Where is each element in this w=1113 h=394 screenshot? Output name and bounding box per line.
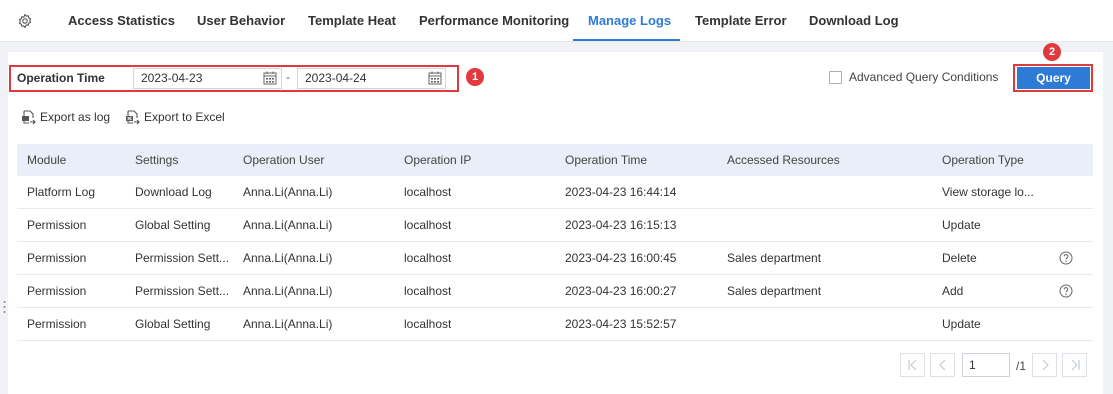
cell-operation-ip: localhost bbox=[404, 284, 452, 298]
cell-module: Permission bbox=[27, 317, 87, 331]
start-date-input[interactable]: 2023-04-23 bbox=[133, 68, 282, 89]
cell-operation-type: Update bbox=[942, 317, 981, 331]
cell-settings: Permission Sett... bbox=[135, 284, 230, 298]
cell-operation-user: Anna.Li(Anna.Li) bbox=[243, 284, 333, 298]
export-to-excel-button[interactable]: Export to Excel bbox=[125, 109, 225, 125]
help-icon[interactable] bbox=[1059, 251, 1073, 265]
calendar-icon[interactable] bbox=[428, 71, 442, 85]
cell-operation-time: 2023-04-23 16:44:14 bbox=[565, 185, 677, 199]
tab-template-error[interactable]: Template Error bbox=[695, 0, 787, 42]
export-to-excel-label: Export to Excel bbox=[144, 110, 225, 124]
end-date-input[interactable]: 2023-04-24 bbox=[297, 68, 446, 89]
cell-module: Permission bbox=[27, 218, 87, 232]
cell-operation-ip: localhost bbox=[404, 185, 452, 199]
advanced-query-label[interactable]: Advanced Query Conditions bbox=[849, 70, 998, 85]
help-icon[interactable] bbox=[1059, 284, 1073, 298]
cell-operation-time: 2023-04-23 16:00:45 bbox=[565, 251, 677, 265]
cell-operation-type: Add bbox=[942, 284, 964, 298]
cell-module: Permission bbox=[27, 284, 87, 298]
cell-settings: Download Log bbox=[135, 185, 212, 199]
column-header-module: Module bbox=[27, 153, 67, 167]
tab-download-log[interactable]: Download Log bbox=[809, 0, 899, 42]
tab-manage-logs[interactable]: Manage Logs bbox=[588, 0, 671, 42]
cell-operation-type: Update bbox=[942, 218, 981, 232]
drag-handle-icon[interactable] bbox=[3, 300, 6, 314]
cell-operation-type: Delete bbox=[942, 251, 977, 265]
cell-settings: Global Setting bbox=[135, 317, 211, 331]
next-page-button[interactable] bbox=[1032, 353, 1057, 377]
cell-operation-type: View storage lo... bbox=[942, 185, 1034, 199]
column-header-operation-type: Operation Type bbox=[942, 153, 1024, 167]
advanced-query-checkbox[interactable] bbox=[829, 71, 842, 84]
tab-performance-monitoring[interactable]: Performance Monitoring bbox=[419, 0, 569, 42]
column-header-operation-time: Operation Time bbox=[565, 153, 648, 167]
cell-operation-user: Anna.Li(Anna.Li) bbox=[243, 317, 333, 331]
cell-operation-time: 2023-04-23 16:15:13 bbox=[565, 218, 677, 232]
cell-operation-ip: localhost bbox=[404, 317, 452, 331]
cell-operation-user: Anna.Li(Anna.Li) bbox=[243, 218, 333, 232]
cell-operation-user: Anna.Li(Anna.Li) bbox=[243, 185, 333, 199]
operation-time-label: Operation Time bbox=[17, 71, 105, 85]
last-page-button[interactable] bbox=[1062, 353, 1087, 377]
calendar-icon[interactable] bbox=[263, 71, 277, 85]
column-header-operation-ip: Operation IP bbox=[404, 153, 472, 167]
first-page-button[interactable] bbox=[900, 353, 925, 377]
date-separator: - bbox=[286, 70, 290, 84]
page-number-input[interactable]: 1 bbox=[962, 353, 1010, 377]
cell-module: Platform Log bbox=[27, 185, 96, 199]
export-excel-icon bbox=[126, 109, 140, 124]
table-header bbox=[17, 144, 1093, 176]
cell-operation-time: 2023-04-23 15:52:57 bbox=[565, 317, 677, 331]
annotation-badge-1: 1 bbox=[466, 68, 484, 86]
chevron-right-icon bbox=[1042, 359, 1049, 371]
tab-user-behavior[interactable]: User Behavior bbox=[197, 0, 285, 42]
cell-accessed-resources: Sales department bbox=[727, 284, 822, 298]
query-button[interactable]: Query bbox=[1017, 67, 1090, 89]
cell-operation-time: 2023-04-23 16:00:27 bbox=[565, 284, 677, 298]
cell-operation-ip: localhost bbox=[404, 251, 452, 265]
tab-access-statistics[interactable]: Access Statistics bbox=[68, 0, 175, 42]
export-log-icon bbox=[22, 109, 36, 124]
top-tab-bar: Access Statistics User Behavior Template… bbox=[0, 0, 1113, 42]
cell-operation-user: Anna.Li(Anna.Li) bbox=[243, 251, 333, 265]
prev-page-button[interactable] bbox=[930, 353, 955, 377]
chevron-left-icon bbox=[938, 359, 945, 371]
cell-operation-ip: localhost bbox=[404, 218, 452, 232]
column-header-accessed-resources: Accessed Resources bbox=[727, 153, 840, 167]
active-tab-indicator bbox=[573, 39, 680, 41]
cell-settings: Global Setting bbox=[135, 218, 211, 232]
gear-icon[interactable] bbox=[17, 13, 33, 29]
export-as-log-label: Export as log bbox=[40, 110, 111, 124]
tab-template-heat[interactable]: Template Heat bbox=[308, 0, 396, 42]
first-page-icon bbox=[907, 359, 916, 371]
cell-accessed-resources: Sales department bbox=[727, 251, 822, 265]
annotation-badge-2: 2 bbox=[1043, 43, 1061, 61]
last-page-icon bbox=[1071, 359, 1080, 371]
column-header-settings: Settings bbox=[135, 153, 179, 167]
column-header-operation-user: Operation User bbox=[243, 153, 325, 167]
cell-module: Permission bbox=[27, 251, 87, 265]
page-total: /1 bbox=[1016, 359, 1027, 373]
cell-settings: Permission Sett... bbox=[135, 251, 230, 265]
export-as-log-button[interactable]: Export as log bbox=[21, 109, 110, 125]
